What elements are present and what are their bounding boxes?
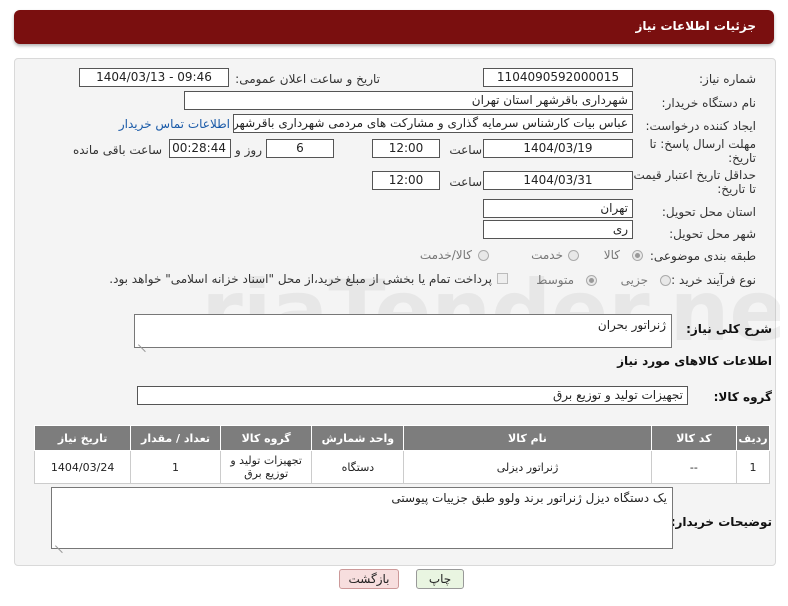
process-label: نوع فرآیند خرید : — [671, 273, 756, 287]
back-button[interactable]: بازگشت — [339, 569, 399, 589]
validity-time-field: 12:00 — [372, 171, 440, 190]
buyer-notes-label: توضیحات خریدار: — [670, 515, 772, 529]
remaining-label: ساعت باقی مانده — [72, 143, 162, 157]
category-goods-label: کالا — [603, 248, 620, 262]
cell-row: 1 — [736, 450, 770, 484]
cell-quantity: 1 — [130, 450, 221, 484]
category-goods-radio[interactable] — [632, 250, 643, 261]
category-label: طبقه بندی موضوعی: — [649, 249, 756, 263]
process-medium-label: متوسط — [536, 273, 574, 287]
announce-field: 1404/03/13 - 09:46 — [79, 68, 229, 87]
validity-label-date: تا تاریخ: — [717, 182, 756, 196]
remaining-time-field: 00:28:44 — [169, 139, 231, 158]
description-text: ژنراتور بحران — [597, 318, 666, 332]
validity-label: حداقل تاریخ اعتبار قیمت: — [629, 168, 756, 182]
province-label: استان محل تحویل: — [661, 205, 756, 219]
category-both-radio[interactable] — [478, 250, 489, 261]
deadline-time-label: ساعت — [449, 143, 482, 157]
goods-group-field: تجهیزات تولید و توزیع برق — [137, 386, 688, 405]
need-number-field: 1104090592000015 — [483, 68, 633, 87]
deadline-label: مهلت ارسال پاسخ: تا — [649, 137, 756, 151]
announce-label: تاریخ و ساعت اعلان عمومی: — [235, 72, 380, 86]
page-header: جزئیات اطلاعات نیاز — [14, 10, 774, 44]
description-field: ژنراتور بحران — [134, 314, 672, 348]
col-row-header: ردیف — [736, 425, 770, 451]
goods-table-header: ردیف کد کالا نام کالا واحد شمارش گروه کا… — [33, 425, 770, 451]
creator-label: ایجاد کننده درخواست: — [645, 119, 756, 133]
cell-date: 1404/03/24 — [33, 450, 132, 484]
buyer-org-label: نام دستگاه خریدار: — [661, 96, 757, 110]
deadline-label-date: تاریخ: — [728, 151, 756, 165]
col-date-header: تاریخ نیاز — [33, 425, 132, 451]
city-field: ری — [483, 220, 633, 239]
city-label: شهر محل تحویل: — [669, 227, 756, 241]
buyer-org-field: شهرداری باقرشهر استان تهران — [184, 91, 633, 110]
days-field: 6 — [266, 139, 334, 158]
category-service-label: خدمت — [531, 248, 563, 262]
process-medium-radio[interactable] — [586, 275, 597, 286]
cell-unit: دستگاه — [311, 450, 405, 484]
col-unit-header: واحد شمارش — [311, 425, 405, 451]
payment-note: پرداخت تمام یا بخشی از مبلغ خرید،از محل … — [109, 272, 492, 286]
deadline-date-field: 1404/03/19 — [483, 139, 633, 158]
print-button[interactable]: چاپ — [416, 569, 464, 589]
creator-field: عباس بیات کارشناس سرمایه گذاری و مشارکت … — [233, 114, 633, 133]
page-title: جزئیات اطلاعات نیاز — [635, 19, 756, 33]
goods-table: ردیف کد کالا نام کالا واحد شمارش گروه کا… — [33, 425, 770, 484]
cell-code: -- — [650, 450, 738, 484]
province-field: تهران — [483, 199, 633, 218]
buyer-notes-field: یک دستگاه دیزل ژنراتور برند ولوو طبق جزی… — [51, 487, 673, 549]
process-minor-radio[interactable] — [660, 275, 671, 286]
validity-date-field: 1404/03/31 — [483, 171, 633, 190]
resize-grip-icon[interactable] — [55, 538, 63, 546]
cell-group: تجهیزات تولید و توزیع برق — [219, 450, 313, 484]
category-service-radio[interactable] — [568, 250, 579, 261]
payment-checkbox[interactable] — [497, 273, 508, 284]
process-minor-label: جزیی — [620, 273, 648, 287]
need-number-label: شماره نیاز: — [699, 72, 756, 86]
col-code-header: کد کالا — [650, 425, 738, 451]
goods-info-title: اطلاعات کالاهای مورد نیاز — [617, 354, 772, 368]
category-both-label: کالا/خدمت — [419, 248, 472, 262]
validity-time-label: ساعت — [449, 175, 482, 189]
days-label: روز و — [235, 143, 262, 157]
goods-group-label: گروه کالا: — [713, 390, 772, 404]
buyer-notes-text: یک دستگاه دیزل ژنراتور برند ولوو طبق جزی… — [391, 491, 667, 505]
resize-grip-icon[interactable] — [138, 337, 146, 345]
col-group-header: گروه کالا — [219, 425, 313, 451]
table-row: 1 -- ژنراتور دیزلی دستگاه تجهیزات تولید … — [33, 450, 770, 484]
buyer-contact-link[interactable]: اطلاعات تماس خریدار — [119, 117, 230, 131]
col-quantity-header: تعداد / مقدار — [130, 425, 221, 451]
description-label: شرح کلی نیاز: — [686, 322, 772, 336]
col-name-header: نام کالا — [403, 425, 652, 451]
deadline-time-field: 12:00 — [372, 139, 440, 158]
cell-name: ژنراتور دیزلی — [403, 450, 652, 484]
